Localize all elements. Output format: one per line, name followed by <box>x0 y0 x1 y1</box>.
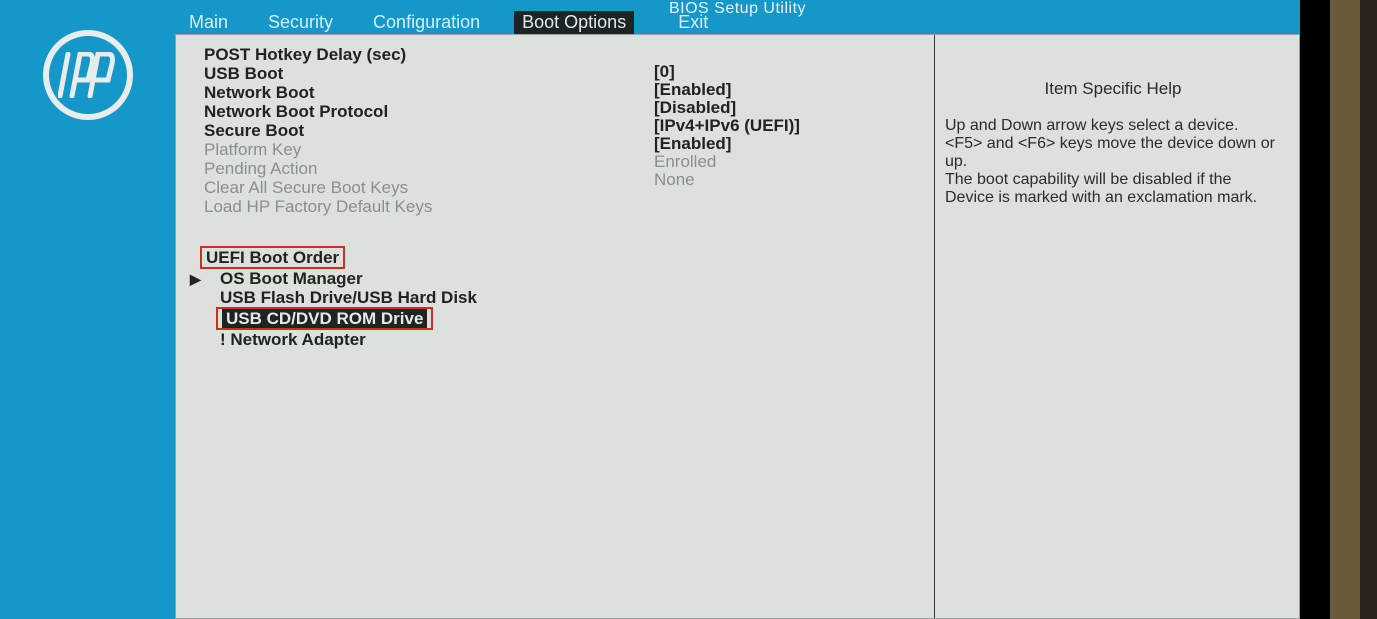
val-network-boot[interactable]: [Disabled] <box>654 99 934 117</box>
opt-network-proto[interactable]: Network Boot Protocol <box>204 102 654 121</box>
tab-bar: Main Security Configuration Boot Options… <box>175 10 1300 34</box>
opt-secure-boot[interactable]: Secure Boot <box>204 121 654 140</box>
help-line-3: The boot capability will be disabled if … <box>945 171 1281 207</box>
val-network-proto[interactable]: [IPv4+IPv6 (UEFI)] <box>654 117 934 135</box>
hp-logo <box>43 30 133 120</box>
boot-item-usb-flash[interactable]: USB Flash Drive/USB Hard Disk <box>204 288 654 307</box>
boot-order-heading: UEFI Boot Order <box>204 246 654 269</box>
options-panel: POST Hotkey Delay (sec) USB Boot Network… <box>176 35 654 618</box>
boot-item-network-adapter[interactable]: ! Network Adapter <box>204 330 654 349</box>
val-post-delay[interactable]: [0] <box>654 63 934 81</box>
tab-security[interactable]: Security <box>262 11 339 34</box>
opt-post-delay[interactable]: POST Hotkey Delay (sec) <box>204 45 654 64</box>
boot-item-usb-cddvd[interactable]: USB CD/DVD ROM Drive <box>204 307 654 330</box>
help-panel: Item Specific Help Up and Down arrow key… <box>934 35 1299 618</box>
val-platform-key: Enrolled <box>654 153 934 171</box>
help-line-1: Up and Down arrow keys select a device. <box>945 117 1281 135</box>
help-line-2: <F5> and <F6> keys move the device down … <box>945 135 1281 171</box>
values-panel: [0] [Enabled] [Disabled] [IPv4+IPv6 (UEF… <box>654 35 934 618</box>
opt-load-defaults[interactable]: Load HP Factory Default Keys <box>204 197 654 216</box>
tab-exit[interactable]: Exit <box>672 11 714 34</box>
val-usb-boot[interactable]: [Enabled] <box>654 81 934 99</box>
tab-main[interactable]: Main <box>183 11 234 34</box>
opt-network-boot[interactable]: Network Boot <box>204 83 654 102</box>
pointer-icon: ▶ <box>190 270 201 289</box>
opt-pending-action: Pending Action <box>204 159 654 178</box>
photo-edge <box>1300 0 1377 619</box>
opt-clear-keys[interactable]: Clear All Secure Boot Keys <box>204 178 654 197</box>
val-pending-action: None <box>654 171 934 189</box>
help-title: Item Specific Help <box>945 79 1281 99</box>
tab-configuration[interactable]: Configuration <box>367 11 486 34</box>
opt-platform-key: Platform Key <box>204 140 654 159</box>
boot-item-os-manager[interactable]: ▶ OS Boot Manager <box>204 269 654 288</box>
opt-usb-boot[interactable]: USB Boot <box>204 64 654 83</box>
tab-boot-options[interactable]: Boot Options <box>514 11 634 34</box>
val-secure-boot[interactable]: [Enabled] <box>654 135 934 153</box>
